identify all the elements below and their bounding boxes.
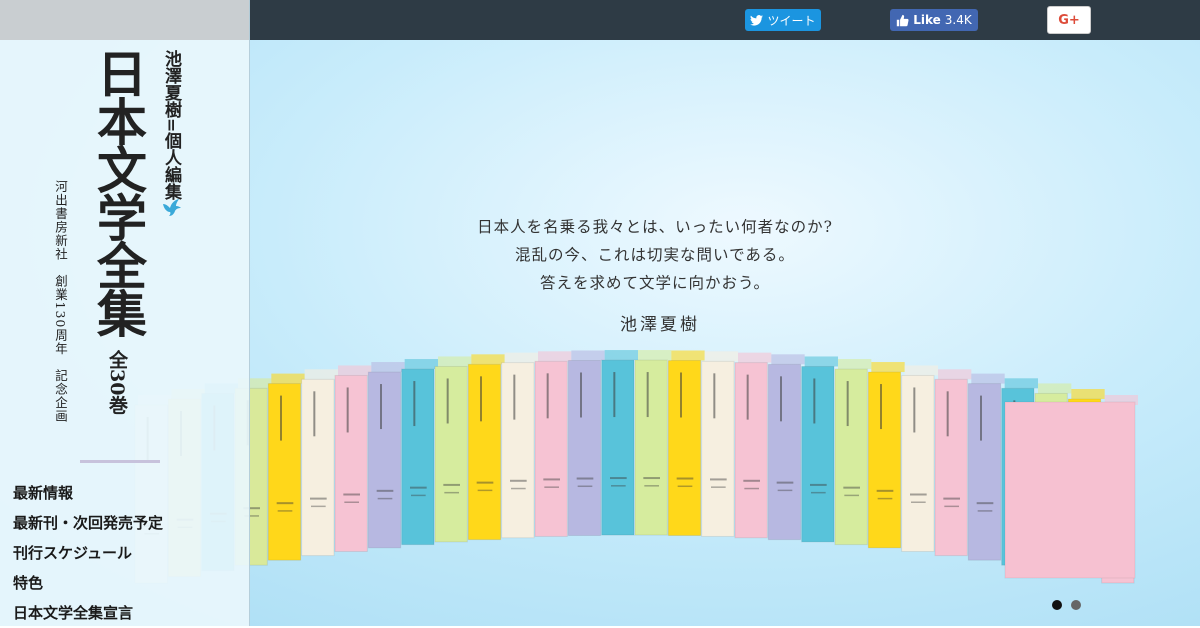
publisher-line: 河出書房新社 創業130周年 記念企画	[53, 180, 68, 423]
like-label: Like	[913, 13, 941, 27]
facebook-like-button[interactable]: Like 3.4K	[890, 9, 978, 31]
tweet-button[interactable]: ツイート	[745, 9, 821, 31]
main-nav: 最新情報 最新刊・次回発売予定 刊行スケジュール 特色 日本文学全集宣言	[0, 478, 248, 628]
sidebar-divider	[80, 460, 160, 463]
carousel-dots	[1052, 600, 1081, 610]
nav-item-manifesto[interactable]: 日本文学全集宣言	[0, 598, 248, 628]
tagline-line-2: 混乱の今、これは切実な問いである。	[515, 246, 795, 264]
nav-item-features[interactable]: 特色	[0, 568, 248, 598]
blue-bird-icon	[163, 199, 181, 216]
nav-item-latest-news[interactable]: 最新情報	[0, 478, 248, 508]
tweet-label: ツイート	[767, 13, 816, 28]
hero-tagline: 日本人を名乗る我々とは、いったい何者なのか? 混乱の今、これは切実な問いである。…	[430, 213, 880, 297]
sidebar: 日本文学全集 池澤夏樹=個人編集 全30巻 河出書房新社 創業130周年 記念企…	[0, 0, 250, 626]
twitter-bird-icon	[750, 14, 764, 26]
google-plus-button[interactable]: G+	[1047, 6, 1091, 34]
thumbs-up-icon	[897, 14, 909, 26]
nav-item-latest-release[interactable]: 最新刊・次回発売予定	[0, 508, 248, 538]
carousel-dot[interactable]	[1071, 600, 1081, 610]
editor-credit: 池澤夏樹=個人編集	[161, 50, 181, 201]
like-count: 3.4K	[944, 13, 972, 27]
tagline-line-1: 日本人を名乗る我々とは、いったい何者なのか?	[477, 218, 833, 236]
site-title[interactable]: 日本文学全集	[89, 48, 148, 336]
carousel-dot[interactable]	[1052, 600, 1062, 610]
google-plus-label: G+	[1058, 12, 1080, 28]
nav-item-schedule[interactable]: 刊行スケジュール	[0, 538, 248, 568]
sidebar-header	[0, 0, 249, 40]
volume-total: 全30巻	[106, 350, 128, 415]
tagline-line-3: 答えを求めて文学に向かおう。	[539, 274, 771, 292]
hero-author: 池澤夏樹	[620, 315, 700, 335]
